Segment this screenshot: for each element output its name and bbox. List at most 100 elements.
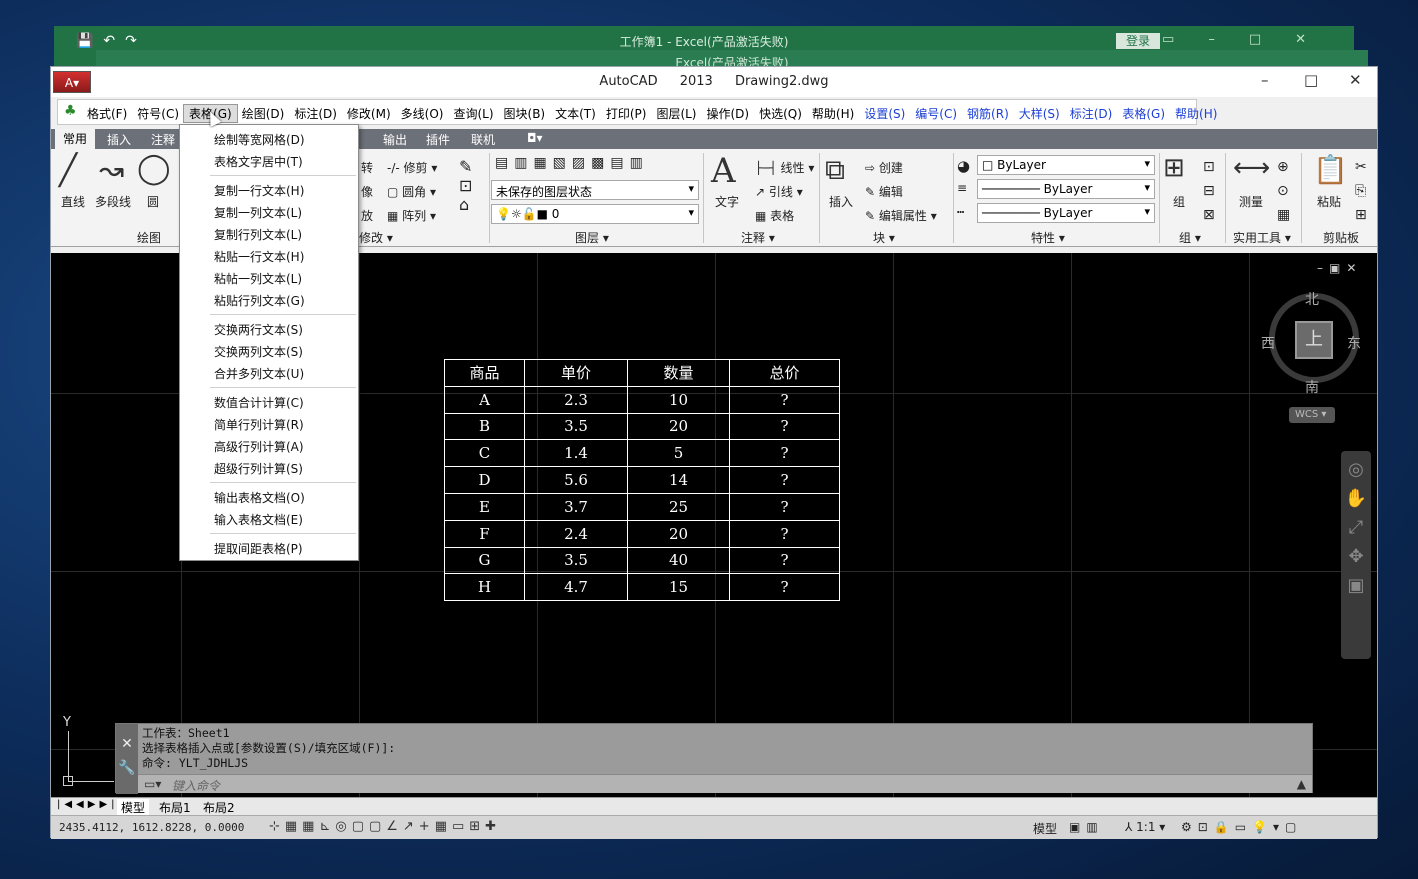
- viewcube-top-face[interactable]: 上: [1295, 321, 1333, 359]
- group-label[interactable]: 组: [1173, 193, 1185, 210]
- circle-icon[interactable]: ◯: [137, 151, 171, 186]
- menu-modify[interactable]: 修改(M): [342, 105, 396, 122]
- showmotion-icon[interactable]: ▣: [1341, 575, 1371, 596]
- menu-layer[interactable]: 图层(L): [651, 105, 701, 122]
- menu-item-swap-columns[interactable]: 交换两列文本(S): [214, 343, 303, 360]
- menu-item-copy-row[interactable]: 复制一行文本(H): [214, 182, 304, 199]
- drafting-toggle-icons[interactable]: ⊹▦▦⊾◎▢▢∠↗+▦▭⊞✚: [269, 819, 501, 834]
- text-label[interactable]: 文字: [715, 193, 739, 210]
- table-tool-label[interactable]: ▦ 表格: [755, 207, 794, 224]
- panel-layers-title[interactable]: 图层 ▾: [575, 229, 609, 246]
- menu-item-import-table[interactable]: 输入表格文档(E): [214, 511, 303, 528]
- line-label[interactable]: 直线: [61, 193, 85, 210]
- maximize-icon[interactable]: □: [1304, 71, 1318, 89]
- menu-item-copy-column[interactable]: 复制一列文本(L): [214, 204, 302, 221]
- viewcube-west[interactable]: 西: [1261, 333, 1275, 353]
- menu-item-copy-rowcol[interactable]: 复制行列文本(L): [214, 226, 302, 243]
- color-wheel-icon[interactable]: ◕: [957, 157, 970, 175]
- paste-label[interactable]: 粘贴: [1317, 193, 1341, 210]
- status-tray-icons[interactable]: ⚙⊡🔒▭💡▾▢: [1181, 820, 1302, 834]
- layout-view-icons[interactable]: ▣▥: [1069, 820, 1104, 834]
- close-icon[interactable]: ✕: [1349, 71, 1362, 89]
- panel-block-title[interactable]: 块 ▾: [873, 229, 895, 246]
- command-prompt-icon[interactable]: ▭▾: [144, 777, 161, 791]
- group-icon[interactable]: ⊞: [1163, 153, 1185, 183]
- menu-block[interactable]: 图块(B): [499, 105, 551, 122]
- wcs-menu[interactable]: WCS ▾: [1289, 407, 1335, 423]
- tab-annotate[interactable]: 注释: [151, 131, 175, 148]
- menu-print[interactable]: 打印(P): [601, 105, 652, 122]
- panel-properties-title[interactable]: 特性 ▾: [1031, 229, 1065, 246]
- rotate-label[interactable]: 转: [361, 159, 373, 176]
- menu-item-paste-column[interactable]: 粘帖一列文本(L): [214, 270, 302, 287]
- tab-extra-icon[interactable]: ◘▾: [527, 131, 543, 145]
- panel-clipboard-title[interactable]: 剪贴板: [1323, 229, 1359, 246]
- tab-model[interactable]: 模型: [117, 799, 150, 816]
- polyline-label[interactable]: 多段线: [95, 193, 131, 210]
- line-icon[interactable]: ╱: [59, 153, 77, 188]
- menu-item-super-calc[interactable]: 超级行列计算(S): [214, 460, 303, 477]
- array-label[interactable]: ▦ 阵列 ▾: [387, 207, 436, 224]
- insert-block-icon[interactable]: ⧉: [825, 153, 845, 187]
- menu-item-center-text[interactable]: 表格文字居中(T): [214, 153, 303, 170]
- color-combo[interactable]: □ ByLayer: [977, 155, 1155, 175]
- menu-rebar[interactable]: 钢筋(R): [962, 105, 1014, 122]
- lineweight-combo[interactable]: ──────── ByLayer: [977, 179, 1155, 199]
- text-icon[interactable]: A: [711, 151, 736, 191]
- clipboard-tools-icons[interactable]: ✂ ⎘ ⊞: [1355, 155, 1367, 227]
- menu-help-2[interactable]: 帮助(H): [1170, 105, 1222, 122]
- group-tools-icons[interactable]: ⊡ ⊟ ⊠: [1203, 155, 1215, 227]
- menu-item-draw-grid[interactable]: 绘制等宽网格(D): [214, 131, 305, 148]
- menu-number[interactable]: 编号(C): [910, 105, 962, 122]
- circle-label[interactable]: 圆: [147, 193, 159, 210]
- panel-utilities-title[interactable]: 实用工具 ▾: [1233, 229, 1291, 246]
- layer-tool-icons[interactable]: ▤▥▦▧▨▩▤▥: [495, 155, 649, 171]
- menu-query[interactable]: 查询(L): [448, 105, 498, 122]
- viewcube-east[interactable]: 东: [1347, 333, 1361, 353]
- menu-draw[interactable]: 绘图(D): [237, 105, 290, 122]
- menu-item-advanced-calc[interactable]: 高级行列计算(A): [214, 438, 304, 455]
- linetype-combo[interactable]: ──────── ByLayer: [977, 203, 1155, 223]
- orbit-icon[interactable]: ✥: [1341, 546, 1371, 567]
- viewcube-north[interactable]: 北: [1305, 289, 1319, 309]
- minimize-icon[interactable]: –: [1261, 71, 1269, 89]
- menu-item-simple-calc[interactable]: 简单行列计算(R): [214, 416, 304, 433]
- utility-tools-icons[interactable]: ⊕ ⊙ ▦: [1277, 155, 1290, 227]
- panel-group-title[interactable]: 组 ▾: [1179, 229, 1201, 246]
- menu-dimension[interactable]: 标注(D): [289, 105, 342, 122]
- menu-format[interactable]: 格式(F): [82, 105, 132, 122]
- annotation-scale[interactable]: ⅄ 1:1 ▾: [1125, 820, 1165, 834]
- drawing-table[interactable]: 商品 单价 数量 总价 A 2.3 10? B 3.5 20? C 1.4 5? D 5.6 1…: [444, 359, 840, 602]
- tab-insert[interactable]: 插入: [107, 131, 131, 148]
- panel-draw-title[interactable]: 绘图: [137, 229, 161, 246]
- pan-icon[interactable]: ✋: [1341, 488, 1371, 509]
- menu-item-merge-columns[interactable]: 合并多列文本(U): [214, 365, 304, 382]
- linear-dim-label[interactable]: ├─┤ 线性 ▾: [755, 159, 814, 176]
- linetype-icon[interactable]: ┅: [957, 205, 964, 219]
- menu-item-swap-rows[interactable]: 交换两行文本(S): [214, 321, 303, 338]
- insert-label[interactable]: 插入: [829, 193, 853, 210]
- leader-label[interactable]: ↗ 引线 ▾: [755, 183, 803, 200]
- tab-plugins[interactable]: 插件: [426, 131, 450, 148]
- menu-dimension-2[interactable]: 标注(D): [1065, 105, 1118, 122]
- fillet-label[interactable]: ▢ 圆角 ▾: [387, 183, 436, 200]
- command-history-arrow-icon[interactable]: ▲: [1297, 777, 1306, 791]
- steering-wheel-icon[interactable]: ◎: [1341, 459, 1371, 480]
- menu-detail[interactable]: 大样(S): [1014, 105, 1065, 122]
- panel-modify-title[interactable]: 修改 ▾: [359, 229, 393, 246]
- close-command-icon[interactable]: ✕: [116, 736, 138, 752]
- menu-quickselect[interactable]: 快选(Q): [754, 105, 807, 122]
- tab-home[interactable]: 常用: [55, 129, 96, 149]
- leaf-icon[interactable]: ♣: [64, 103, 77, 119]
- menu-symbol[interactable]: 符号(C): [132, 105, 184, 122]
- edit-attr-label[interactable]: ✎ 编辑属性 ▾: [865, 207, 937, 224]
- model-space-label[interactable]: 模型: [1033, 820, 1057, 837]
- trim-label[interactable]: -/- 修剪 ▾: [387, 159, 437, 176]
- menu-help[interactable]: 帮助(H): [807, 105, 859, 122]
- menu-table-2[interactable]: 表格(G): [1117, 105, 1170, 122]
- zoom-icon[interactable]: ⤢: [1341, 517, 1371, 538]
- excel-login-button[interactable]: 登录: [1116, 33, 1160, 49]
- menu-item-paste-row[interactable]: 粘贴一行文本(H): [214, 248, 304, 265]
- command-input[interactable]: ▭▾ 键入命令 ▲: [138, 774, 1312, 793]
- viewport-controls-icons[interactable]: –▣✕: [1317, 261, 1362, 275]
